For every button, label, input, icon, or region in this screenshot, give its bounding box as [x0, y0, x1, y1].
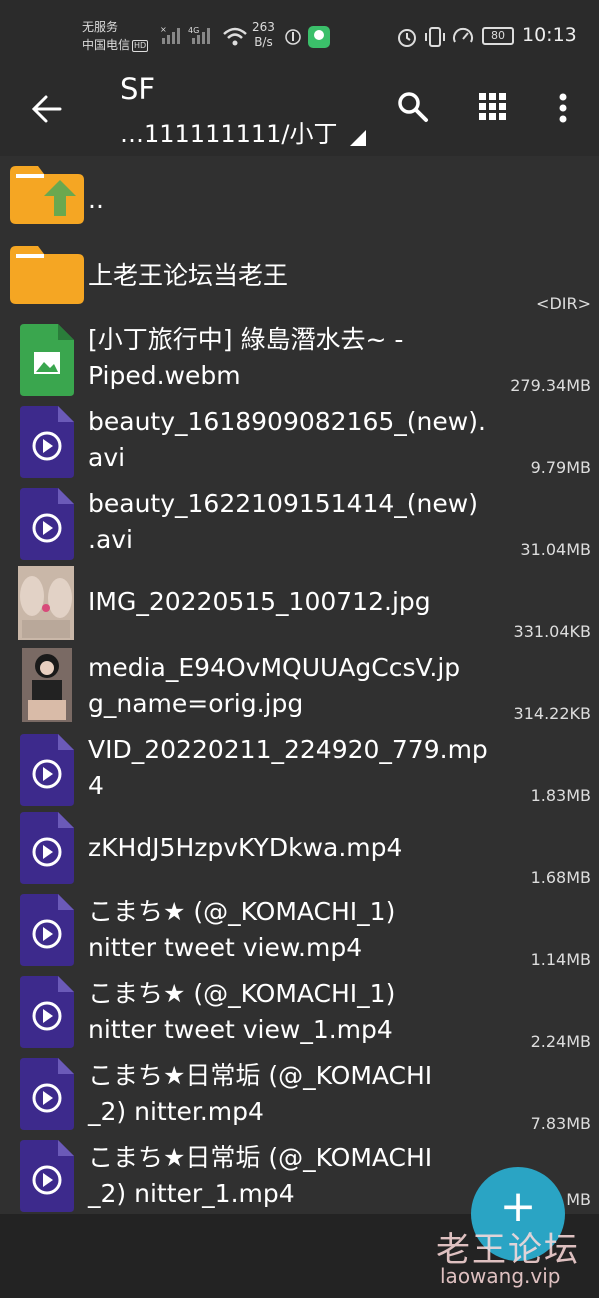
- file-name: media_E94OvMQUUAgCcsV.jp g_name=orig.jpg: [88, 653, 461, 718]
- file-name: beauty_1622109151414_(new) .avi: [88, 489, 478, 554]
- video-file-icon: [20, 894, 74, 966]
- folder-up-icon: [10, 166, 84, 224]
- path-breadcrumb[interactable]: …111111111/小丁: [120, 114, 338, 149]
- file-name: ..: [88, 185, 104, 214]
- clock: 10:13: [522, 24, 577, 46]
- list-item-file[interactable]: media_E94OvMQUUAgCcsV.jp g_name=orig.jpg…: [0, 648, 599, 730]
- hd-badge: HD: [132, 39, 149, 52]
- video-file-icon: [20, 406, 74, 478]
- file-name: [小丁旅行中] 綠島潛水去~ - Piped.webm: [88, 325, 404, 390]
- file-size: 9.79MB: [530, 458, 591, 477]
- list-item-file[interactable]: こまち★日常垢 (@_KOMACHI _2) nitter.mp4 7.83MB: [0, 1058, 599, 1140]
- image-thumbnail-icon: [22, 648, 72, 722]
- app-notification-icon: [308, 26, 330, 48]
- signal-icon: ×: [160, 25, 180, 44]
- file-size: 31.04MB: [520, 540, 591, 559]
- list-item-file[interactable]: こまち★ (@_KOMACHI_1) nitter tweet view.mp4…: [0, 894, 599, 976]
- wifi-icon: [223, 27, 247, 46]
- file-name: 上老王论坛当老王: [88, 261, 289, 290]
- signal-4g-icon: 4G: [188, 26, 210, 44]
- svg-text:×: ×: [160, 25, 167, 34]
- list-item-file[interactable]: zKHdJ5HzpvKYDkwa.mp4 1.68MB: [0, 812, 599, 894]
- video-file-icon: [20, 1058, 74, 1130]
- image-thumbnail-icon: [18, 566, 74, 640]
- arrow-left-icon[interactable]: [30, 92, 64, 126]
- status-bar: 无服务 中国电信 HD × 4G 263 B/s 80 10:13: [0, 0, 599, 72]
- list-item-file[interactable]: beauty_1622109151414_(new) .avi 31.04MB: [0, 484, 599, 566]
- video-file-icon: [20, 812, 74, 884]
- svg-text:4G: 4G: [188, 26, 199, 35]
- file-list: .. 上老王论坛当老王 <DIR> [小丁旅行中] 綠島潛水去~ - Piped…: [0, 156, 599, 1214]
- file-name: VID_20220211_224920_779.mp 4: [88, 735, 488, 800]
- speedometer-icon: [453, 27, 473, 43]
- list-item-file[interactable]: VID_20220211_224920_779.mp 4 1.83MB: [0, 730, 599, 812]
- file-name: こまち★ (@_KOMACHI_1) nitter tweet view.mp4: [88, 897, 396, 962]
- video-file-icon: [20, 488, 74, 560]
- video-file-icon: [20, 976, 74, 1048]
- file-size: MB: [566, 1190, 591, 1209]
- file-name: こまち★ (@_KOMACHI_1) nitter tweet view_1.m…: [88, 979, 396, 1044]
- grid-icon[interactable]: [478, 92, 508, 122]
- carrier-line2: 中国电信: [82, 38, 131, 52]
- folder-title: SF: [120, 72, 156, 106]
- file-name: こまち★日常垢 (@_KOMACHI _2) nitter_1.mp4: [88, 1143, 433, 1208]
- more-vert-icon[interactable]: [552, 92, 574, 124]
- battery-indicator: 80: [482, 27, 514, 45]
- network-speed: 263 B/s: [252, 20, 275, 49]
- list-item-parent-folder[interactable]: ..: [0, 156, 599, 238]
- key-icon: [285, 29, 301, 45]
- alarm-icon: [398, 29, 416, 47]
- vibrate-icon: [425, 27, 445, 47]
- carrier-info: 无服务 中国电信 HD: [82, 18, 149, 54]
- file-name: こまち★日常垢 (@_KOMACHI _2) nitter.mp4: [88, 1061, 433, 1126]
- file-name: beauty_1618909082165_(new). avi: [88, 407, 486, 472]
- file-size: 314.22KB: [513, 704, 591, 723]
- watermark-url: laowang.vip: [440, 1264, 561, 1288]
- file-size: 1.14MB: [530, 950, 591, 969]
- list-item-folder[interactable]: 上老王论坛当老王 <DIR>: [0, 238, 599, 320]
- file-name: zKHdJ5HzpvKYDkwa.mp4: [88, 833, 403, 862]
- list-item-file[interactable]: [小丁旅行中] 綠島潛水去~ - Piped.webm 279.34MB: [0, 320, 599, 402]
- carrier-line1: 无服务: [82, 20, 119, 34]
- list-item-file[interactable]: beauty_1618909082165_(new). avi 9.79MB: [0, 402, 599, 484]
- image-file-icon: [20, 324, 74, 396]
- file-size: <DIR>: [536, 294, 591, 313]
- file-size: 331.04KB: [513, 622, 591, 641]
- video-file-icon: [20, 1140, 74, 1212]
- file-size: 1.68MB: [530, 868, 591, 887]
- folder-icon: [10, 246, 84, 304]
- list-item-file[interactable]: こまち★ (@_KOMACHI_1) nitter tweet view_1.m…: [0, 976, 599, 1058]
- file-size: 7.83MB: [530, 1114, 591, 1133]
- file-name: IMG_20220515_100712.jpg: [88, 587, 431, 616]
- list-item-file[interactable]: IMG_20220515_100712.jpg 331.04KB: [0, 566, 599, 648]
- file-size: 1.83MB: [530, 786, 591, 805]
- path-dropdown-indicator: [350, 130, 366, 146]
- file-size: 2.24MB: [530, 1032, 591, 1051]
- file-size: 279.34MB: [510, 376, 591, 395]
- app-toolbar: SF …111111111/小丁: [0, 72, 599, 156]
- search-icon[interactable]: [396, 90, 430, 124]
- video-file-icon: [20, 734, 74, 806]
